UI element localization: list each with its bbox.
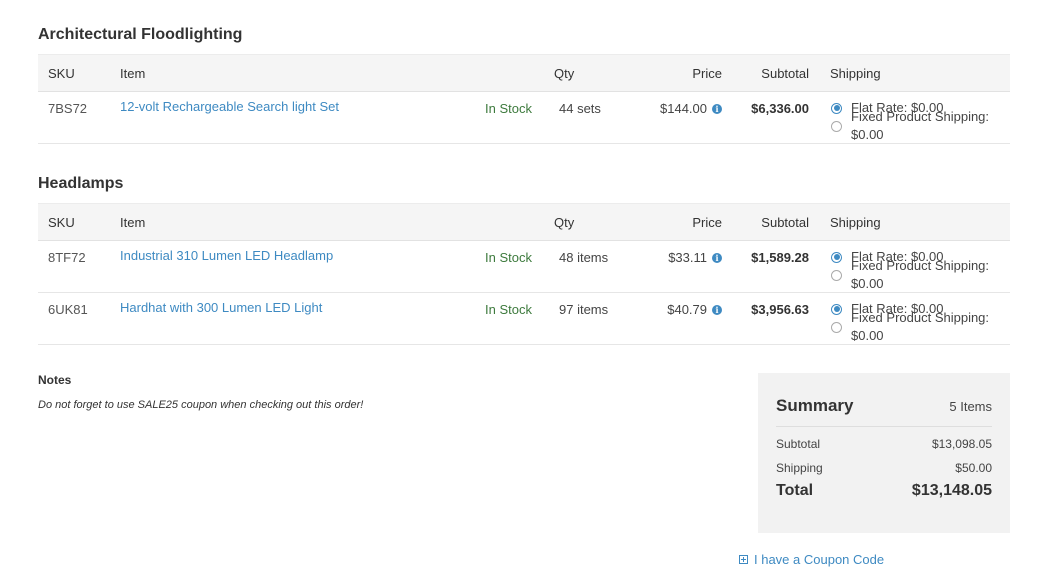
row-sku: 6UK81 [48, 302, 88, 317]
items-table-floodlighting: SKU Item Qty Price Subtotal Shipping 7BS… [38, 54, 1010, 144]
radio-unselected[interactable] [831, 321, 842, 333]
radio-selected[interactable] [831, 102, 842, 114]
col-qty: Qty [553, 54, 629, 92]
summary-subtotal-label: Subtotal [776, 437, 821, 451]
summary-shipping-value: $50.00 [955, 461, 992, 475]
row-qty: 97 items [559, 302, 609, 317]
row-subtotal: $3,956.63 [751, 302, 809, 317]
items-table-headlamps: SKU Item Qty Price Subtotal Shipping 8TF… [38, 203, 1010, 345]
summary-subtotal-value: $13,098.05 [931, 437, 992, 451]
shipping-option-fixed[interactable]: Fixed Product Shipping: $0.00 [831, 310, 1010, 343]
col-subtotal: Subtotal [722, 203, 809, 241]
radio-unselected[interactable] [831, 269, 842, 281]
info-icon[interactable]: i [712, 104, 722, 114]
col-shipping: Shipping [809, 54, 1010, 92]
row-sku: 7BS72 [48, 101, 88, 116]
table-header: SKU Item Qty Price Subtotal Shipping [38, 203, 1010, 241]
product-link[interactable]: 12-volt Rechargeable Search light Set [120, 99, 339, 114]
summary-title: Summary [776, 396, 854, 415]
summary-shipping-label: Shipping [776, 461, 823, 475]
col-sku: SKU [38, 203, 120, 241]
coupon-toggle-link[interactable]: I have a Coupon Code [739, 552, 884, 567]
table-row: 8TF72 Industrial 310 Lumen LED Headlamp … [38, 240, 1010, 293]
radio-selected[interactable] [831, 251, 842, 263]
summary-shipping-row: Shipping $50.00 [776, 456, 992, 480]
summary-subtotal-row: Subtotal $13,098.05 [776, 432, 992, 456]
plus-box-icon [739, 555, 748, 564]
row-qty: 48 items [559, 250, 609, 265]
col-stock [485, 203, 553, 241]
summary-item-count: 5 Items [949, 399, 992, 414]
col-price: Price [629, 203, 722, 241]
col-item: Item [120, 54, 485, 92]
radio-unselected[interactable] [831, 120, 842, 132]
order-summary: Summary 5 Items Subtotal $13,098.05 Ship… [758, 373, 1010, 533]
col-stock [485, 54, 553, 92]
product-link[interactable]: Industrial 310 Lumen LED Headlamp [120, 248, 333, 263]
coupon-label: I have a Coupon Code [754, 552, 885, 567]
info-icon[interactable]: i [712, 305, 722, 315]
radio-selected[interactable] [831, 303, 842, 315]
summary-total-value: $13,148.05 [911, 482, 992, 499]
notes-text: Do not forget to use SALE25 coupon when … [38, 399, 364, 411]
stock-status: In Stock [485, 101, 532, 116]
table-row: 7BS72 12-volt Rechargeable Search light … [38, 91, 1010, 144]
section-title-headlamps: Headlamps [38, 175, 124, 192]
stock-status: In Stock [485, 250, 532, 265]
summary-total-row: Total $13,148.05 [776, 482, 992, 500]
product-link[interactable]: Hardhat with 300 Lumen LED Light [120, 300, 322, 315]
row-sku: 8TF72 [48, 250, 86, 265]
table-row: 6UK81 Hardhat with 300 Lumen LED Light I… [38, 292, 1010, 345]
row-subtotal: $6,336.00 [751, 101, 809, 116]
summary-total-label: Total [776, 482, 814, 499]
row-qty: 44 sets [559, 101, 601, 116]
row-price: $33.11 [668, 250, 707, 265]
row-price: $144.00 [660, 101, 707, 116]
col-subtotal: Subtotal [722, 54, 809, 92]
info-icon[interactable]: i [712, 253, 722, 263]
stock-status: In Stock [485, 302, 532, 317]
section-title-floodlighting: Architectural Floodlighting [38, 26, 243, 43]
col-qty: Qty [553, 203, 629, 241]
row-price: $40.79 [667, 302, 707, 317]
row-subtotal: $1,589.28 [751, 250, 809, 265]
col-shipping: Shipping [809, 203, 1010, 241]
table-header: SKU Item Qty Price Subtotal Shipping [38, 54, 1010, 92]
col-sku: SKU [38, 54, 120, 92]
col-item: Item [120, 203, 485, 241]
col-price: Price [629, 54, 722, 92]
shipping-option-fixed[interactable]: Fixed Product Shipping: $0.00 [831, 258, 1010, 291]
notes-label: Notes [38, 373, 72, 387]
shipping-option-fixed[interactable]: Fixed Product Shipping: $0.00 [831, 109, 1010, 142]
